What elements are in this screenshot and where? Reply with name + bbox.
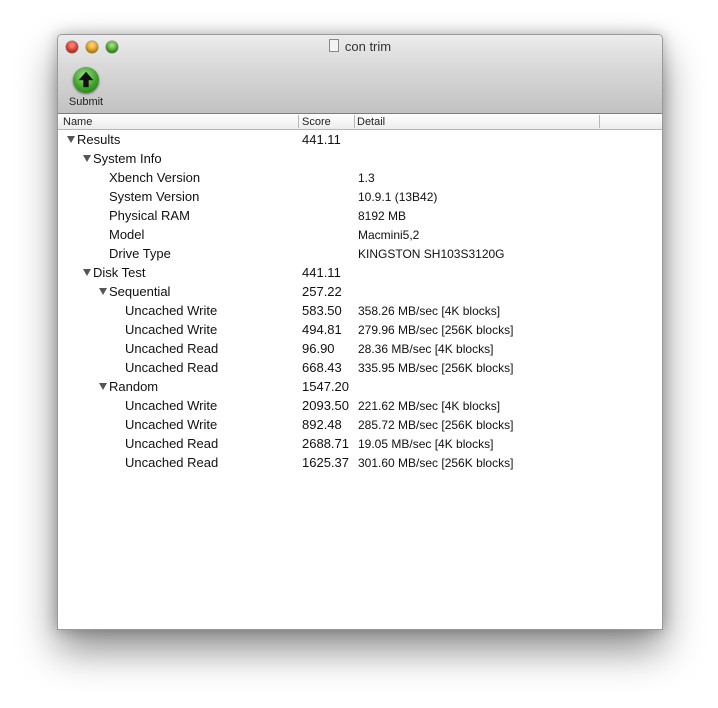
row-score: 2093.50 — [302, 398, 349, 413]
outline-row[interactable]: Uncached Write 892.48 285.72 MB/sec [256K … — [58, 415, 662, 434]
row-score: 2688.71 — [302, 436, 349, 451]
outline-row[interactable]: Uncached Write 494.81 279.96 MB/sec [256K … — [58, 320, 662, 339]
row-name: Sequential — [109, 284, 171, 299]
app-window: con trim Submit Name Score Detail Result… — [57, 34, 663, 630]
table-header: Name Score Detail — [58, 114, 662, 130]
row-detail: 1.3 — [358, 171, 375, 185]
column-header-score[interactable]: Score — [302, 115, 331, 129]
upload-arrow-icon — [73, 67, 99, 93]
row-detail: 8192 MB — [358, 209, 407, 223]
row-detail: 10.9.1 (13B42) — [358, 190, 438, 204]
row-name: Uncached Write — [125, 303, 218, 318]
row-name: Drive Type — [109, 246, 171, 261]
column-divider[interactable] — [354, 115, 355, 128]
row-name: System Version — [109, 189, 200, 204]
row-name: Xbench Version — [109, 170, 201, 185]
column-divider[interactable] — [599, 115, 600, 128]
outline-row[interactable]: System Info — [58, 149, 662, 168]
row-detail: 19.05 MB/sec [4K blocks] — [358, 437, 494, 451]
submit-label: Submit — [68, 96, 104, 108]
outline-row[interactable]: Uncached Write 2093.50 221.62 MB/sec [4K b… — [58, 396, 662, 415]
row-name: Random — [109, 379, 159, 394]
row-name: Physical RAM — [109, 208, 190, 223]
row-detail: 285.72 MB/sec [256K blocks] — [358, 418, 514, 432]
disclosure-triangle-icon[interactable] — [67, 136, 75, 143]
row-detail: 335.95 MB/sec [256K blocks] — [358, 361, 514, 375]
row-detail: 279.96 MB/sec [256K blocks] — [358, 323, 514, 337]
row-name: Uncached Write — [125, 417, 218, 432]
row-score: 1547.20 — [302, 379, 349, 394]
outline-row[interactable]: Uncached Read 668.43 335.95 MB/sec [256K b… — [58, 358, 662, 377]
row-detail: 358.26 MB/sec [4K blocks] — [358, 304, 501, 318]
row-name: Disk Test — [93, 265, 146, 280]
outline-row[interactable]: Uncached Write 583.50 358.26 MB/sec [4K bl… — [58, 301, 662, 320]
row-score: 892.48 — [302, 417, 342, 432]
column-divider[interactable] — [298, 115, 299, 128]
outline-row[interactable]: Physical RAM 8192 MB — [58, 206, 662, 225]
row-name: Results — [77, 132, 121, 147]
disclosure-triangle-icon[interactable] — [83, 155, 91, 162]
row-name: Uncached Read — [125, 360, 219, 375]
outline-row[interactable]: Random 1547.20 — [58, 377, 662, 396]
row-score: 1625.37 — [302, 455, 349, 470]
row-score: 441.11 — [302, 132, 341, 147]
disclosure-triangle-icon[interactable] — [99, 288, 107, 295]
outline-row[interactable]: Results 441.11 — [58, 130, 662, 149]
title-bar[interactable]: con trim Submit — [58, 35, 662, 114]
outline-row[interactable]: Drive Type KINGSTON SH103S3120G — [58, 244, 662, 263]
row-detail: Macmini5,2 — [358, 228, 420, 242]
row-name: Model — [109, 227, 145, 242]
row-name: Uncached Read — [125, 436, 219, 451]
document-icon — [328, 39, 339, 52]
row-score: 668.43 — [302, 360, 342, 375]
window-title: con trim — [344, 39, 392, 54]
row-score: 257.22 — [302, 284, 342, 299]
row-detail: KINGSTON SH103S3120G — [358, 247, 505, 261]
outline-row[interactable]: Disk Test 441.11 — [58, 263, 662, 282]
column-header-name[interactable]: Name — [63, 115, 92, 129]
outline-row[interactable]: Model Macmini5,2 — [58, 225, 662, 244]
disclosure-triangle-icon[interactable] — [99, 383, 107, 390]
row-detail: 221.62 MB/sec [4K blocks] — [358, 399, 501, 413]
window-title-group: con trim — [58, 39, 662, 54]
outline-row[interactable]: System Version 10.9.1 (13B42) — [58, 187, 662, 206]
outline-row[interactable]: Sequential 257.22 — [58, 282, 662, 301]
column-header-detail[interactable]: Detail — [357, 115, 385, 129]
submit-button[interactable]: Submit — [64, 67, 108, 108]
row-detail: 301.60 MB/sec [256K blocks] — [358, 456, 514, 470]
disclosure-triangle-icon[interactable] — [83, 269, 91, 276]
outline-row[interactable]: Xbench Version 1.3 — [58, 168, 662, 187]
row-score: 583.50 — [302, 303, 342, 318]
row-name: Uncached Write — [125, 322, 218, 337]
row-name: Uncached Read — [125, 455, 219, 470]
row-name: Uncached Read — [125, 341, 219, 356]
row-name: Uncached Write — [125, 398, 218, 413]
row-score: 494.81 — [302, 322, 342, 337]
row-score: 96.90 — [302, 341, 335, 356]
outline-row[interactable]: Uncached Read 96.90 28.36 MB/sec [4K block… — [58, 339, 662, 358]
row-score: 441.11 — [302, 265, 341, 280]
row-name: System Info — [93, 151, 162, 166]
outline-row[interactable]: Uncached Read 1625.37 301.60 MB/sec [256K … — [58, 453, 662, 472]
outline-row[interactable]: Uncached Read 2688.71 19.05 MB/sec [4K blo… — [58, 434, 662, 453]
row-detail: 28.36 MB/sec [4K blocks] — [358, 342, 494, 356]
